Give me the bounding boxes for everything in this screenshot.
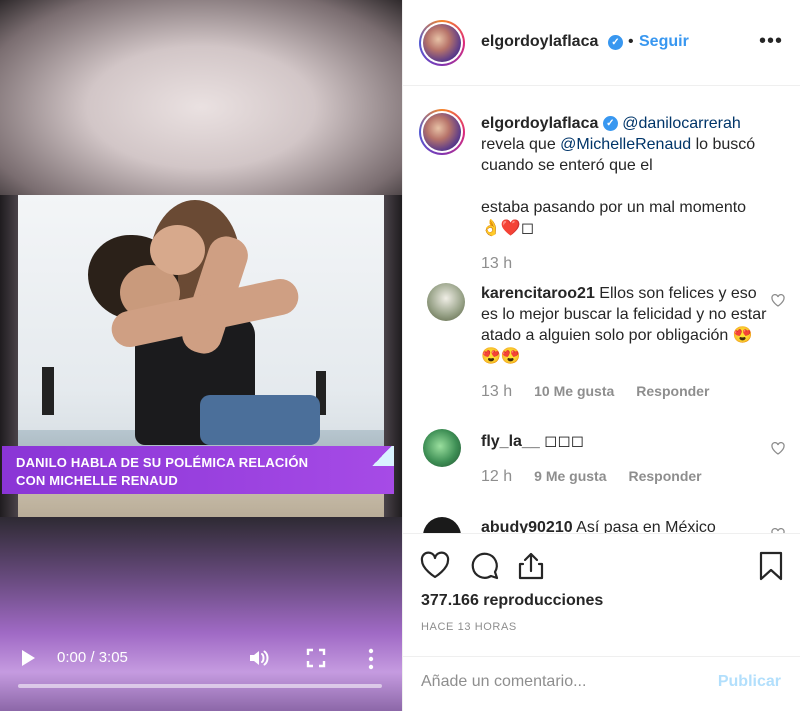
mention-link[interactable]: @danilocarrerah bbox=[622, 115, 741, 132]
reply-button[interactable]: Responder bbox=[636, 383, 709, 399]
add-comment-bar: Añade un comentario... Publicar bbox=[403, 656, 800, 711]
timestamp[interactable]: 13 h bbox=[481, 383, 512, 400]
separator-dot: • bbox=[628, 33, 634, 50]
comment-text: karencitaroo21 Ellos son felices y eso e… bbox=[481, 283, 771, 367]
volume-icon[interactable] bbox=[248, 648, 270, 668]
caption-text: elgordoylaflaca ✓ @danilocarrerah revela… bbox=[481, 113, 771, 239]
bookmark-icon[interactable] bbox=[755, 550, 787, 582]
caption-meta: 13 h bbox=[481, 255, 512, 273]
caption-emoji: 👌❤️◻ bbox=[481, 220, 535, 237]
comment-body: ◻◻◻ bbox=[539, 433, 585, 450]
follow-button[interactable]: Seguir bbox=[639, 33, 689, 51]
video-player[interactable]: Danilo habla de su polémica relación con… bbox=[0, 0, 402, 711]
reply-button[interactable]: Responder bbox=[629, 468, 702, 484]
fullscreen-icon[interactable] bbox=[306, 648, 326, 668]
avatar[interactable] bbox=[419, 20, 465, 66]
video-time: 0:00 / 3:05 bbox=[57, 649, 128, 666]
comment-meta: 12 h 9 Me gusta Responder bbox=[481, 468, 702, 486]
verified-icon: ✓ bbox=[608, 35, 623, 50]
heart-outline-icon[interactable] bbox=[771, 442, 785, 455]
beach-flag bbox=[42, 367, 54, 415]
caption-fragment: revela que bbox=[481, 136, 561, 153]
more-vert-icon[interactable] bbox=[366, 648, 376, 670]
avatar[interactable] bbox=[423, 429, 461, 467]
views-count[interactable]: 377.166 reproducciones bbox=[421, 592, 603, 610]
video-progress-bar[interactable] bbox=[18, 684, 382, 688]
comment-username[interactable]: abudy90210 bbox=[481, 519, 573, 533]
comments-list[interactable]: elgordoylaflaca ✓ @danilocarrerah revela… bbox=[403, 87, 800, 533]
comment-meta: 13 h 10 Me gusta Responder bbox=[481, 383, 709, 401]
video-blur-bottom bbox=[0, 517, 402, 711]
mention-link[interactable]: @MichelleRenaud bbox=[560, 136, 691, 153]
verified-icon: ✓ bbox=[602, 116, 618, 132]
heart-outline-icon[interactable] bbox=[771, 294, 785, 307]
post-panel: elgordoylaflaca ✓ • Seguir ••• elgordoyl… bbox=[402, 0, 800, 711]
comment-text: fly_la__ ◻◻◻ bbox=[481, 431, 771, 452]
heart-icon[interactable] bbox=[419, 550, 451, 582]
comment-input[interactable]: Añade un comentario... bbox=[421, 673, 586, 691]
play-icon[interactable] bbox=[22, 650, 35, 666]
likes-count[interactable]: 10 Me gusta bbox=[534, 383, 614, 399]
video-controls: 0:00 / 3:05 bbox=[0, 640, 402, 680]
timestamp[interactable]: 13 h bbox=[481, 255, 512, 272]
publish-button[interactable]: Publicar bbox=[718, 673, 781, 691]
likes-count[interactable]: 9 Me gusta bbox=[534, 468, 606, 484]
header-username[interactable]: elgordoylaflaca bbox=[481, 33, 598, 51]
video-caption-banner: Danilo habla de su polémica relación con… bbox=[2, 446, 394, 494]
comment-username[interactable]: fly_la__ bbox=[481, 433, 540, 450]
comment-body: Así pasa en México bbox=[572, 519, 716, 533]
more-options-icon[interactable]: ••• bbox=[759, 30, 783, 53]
avatar[interactable] bbox=[427, 283, 465, 321]
post-actions: 377.166 reproducciones Hace 13 horas Aña… bbox=[403, 533, 800, 711]
post-timestamp[interactable]: Hace 13 horas bbox=[421, 621, 517, 633]
comment-icon[interactable] bbox=[469, 550, 501, 582]
post-header: elgordoylaflaca ✓ • Seguir ••• bbox=[403, 0, 800, 86]
avatar[interactable] bbox=[419, 109, 465, 155]
video-caption-line2: con Michelle Renaud bbox=[16, 473, 178, 488]
caption-username[interactable]: elgordoylaflaca bbox=[481, 115, 598, 132]
video-blur-top bbox=[0, 0, 402, 195]
timestamp[interactable]: 12 h bbox=[481, 468, 512, 485]
comment-text: abudy90210 Así pasa en México bbox=[481, 517, 771, 533]
caption-fragment: estaba pasando por un mal momento bbox=[481, 199, 747, 216]
avatar[interactable] bbox=[423, 517, 461, 533]
video-caption-line1: Danilo habla de su polémica relación bbox=[16, 455, 309, 470]
comment-username[interactable]: karencitaroo21 bbox=[481, 285, 595, 302]
share-icon[interactable] bbox=[515, 550, 547, 582]
